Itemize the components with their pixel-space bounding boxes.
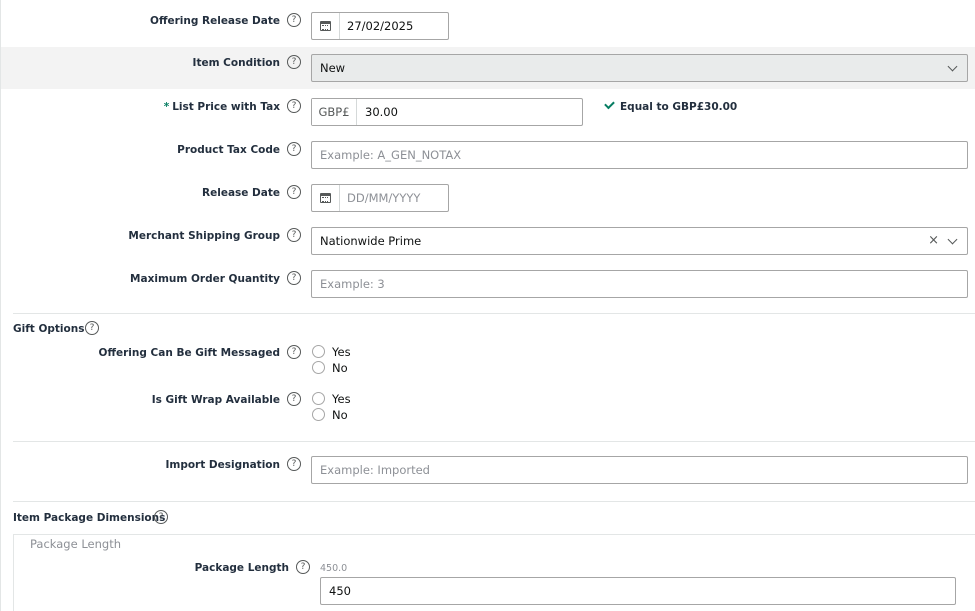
list-price-label: * List Price with Tax	[164, 101, 280, 113]
help-icon[interactable]: ?	[287, 228, 301, 242]
offering-release-date-label: Offering Release Date	[150, 15, 280, 27]
radio-button[interactable]	[312, 345, 325, 358]
offer-form: Offering Release Date ? 27/02/2025 Item …	[0, 0, 975, 611]
package-length-input[interactable]: 450	[320, 577, 956, 605]
gift-wrap-no-option[interactable]: No	[312, 407, 348, 422]
product-tax-code-input[interactable]: Example: A_GEN_NOTAX	[311, 141, 968, 169]
package-length-label: Package Length	[194, 562, 289, 574]
help-icon[interactable]: ?	[287, 99, 301, 113]
divider	[13, 501, 975, 502]
gift-options-title: Gift Options	[13, 323, 85, 335]
calendar-icon[interactable]	[312, 185, 340, 211]
chevron-down-icon[interactable]	[947, 234, 958, 245]
merchant-shipping-group-select[interactable]: Nationwide Prime ×	[311, 227, 968, 255]
gift-wrap-label: Is Gift Wrap Available	[151, 394, 280, 406]
help-icon[interactable]: ?	[85, 321, 99, 335]
product-tax-code-label: Product Tax Code	[177, 144, 280, 156]
help-icon[interactable]: ?	[287, 185, 301, 199]
release-date-label: Release Date	[202, 187, 280, 199]
release-date-field[interactable]: DD/MM/YYYY	[311, 184, 449, 212]
calendar-icon[interactable]	[312, 13, 340, 39]
package-length-hint: 450.0	[320, 563, 348, 574]
import-designation-input[interactable]: Example: Imported	[311, 456, 968, 484]
divider	[13, 313, 975, 314]
import-designation-label: Import Designation	[165, 459, 280, 471]
divider	[13, 441, 975, 442]
max-order-quantity-input[interactable]: Example: 3	[311, 270, 968, 298]
help-icon[interactable]: ?	[154, 510, 168, 524]
gift-messaged-no-option[interactable]: No	[312, 360, 348, 375]
radio-button[interactable]	[312, 392, 325, 405]
item-condition-value: New	[320, 61, 346, 75]
package-length-group-title: Package Length	[30, 537, 121, 551]
help-icon[interactable]: ?	[296, 560, 310, 574]
gift-wrap-yes-option[interactable]: Yes	[312, 391, 351, 406]
item-package-dimensions-title: Item Package Dimensions	[13, 512, 166, 524]
release-date-placeholder: DD/MM/YYYY	[347, 191, 421, 205]
radio-label: Yes	[332, 344, 351, 359]
list-price-validation: Equal to GBP£30.00	[620, 101, 738, 113]
gift-messaged-label: Offering Can Be Gift Messaged	[98, 347, 280, 359]
item-condition-select[interactable]: New	[311, 54, 968, 82]
list-price-value: 30.00	[365, 105, 398, 119]
merchant-shipping-group-value: Nationwide Prime	[320, 234, 422, 248]
radio-label: No	[332, 360, 348, 375]
radio-label: No	[332, 407, 348, 422]
item-condition-label: Item Condition	[192, 57, 280, 69]
merchant-shipping-group-label: Merchant Shipping Group	[128, 230, 280, 242]
radio-button[interactable]	[312, 361, 325, 374]
help-icon[interactable]: ?	[287, 271, 301, 285]
required-marker: *	[163, 101, 170, 113]
help-icon[interactable]: ?	[287, 392, 301, 406]
help-icon[interactable]: ?	[287, 142, 301, 156]
offering-release-date-field[interactable]: 27/02/2025	[311, 12, 449, 40]
offering-release-date-value: 27/02/2025	[347, 19, 414, 33]
help-icon[interactable]: ?	[287, 345, 301, 359]
checkmark-icon	[604, 98, 615, 110]
max-order-quantity-label: Maximum Order Quantity	[130, 273, 280, 285]
currency-prefix: GBP£	[312, 99, 357, 125]
radio-label: Yes	[332, 391, 351, 406]
help-icon[interactable]: ?	[287, 457, 301, 471]
help-icon[interactable]: ?	[287, 55, 301, 69]
radio-button[interactable]	[312, 408, 325, 421]
clear-icon[interactable]: ×	[928, 228, 939, 254]
gift-messaged-yes-option[interactable]: Yes	[312, 344, 351, 359]
list-price-field[interactable]: GBP£ 30.00	[311, 98, 583, 126]
help-icon[interactable]: ?	[287, 13, 301, 27]
chevron-down-icon	[947, 61, 958, 72]
list-price-label-text: List Price with Tax	[172, 101, 280, 113]
